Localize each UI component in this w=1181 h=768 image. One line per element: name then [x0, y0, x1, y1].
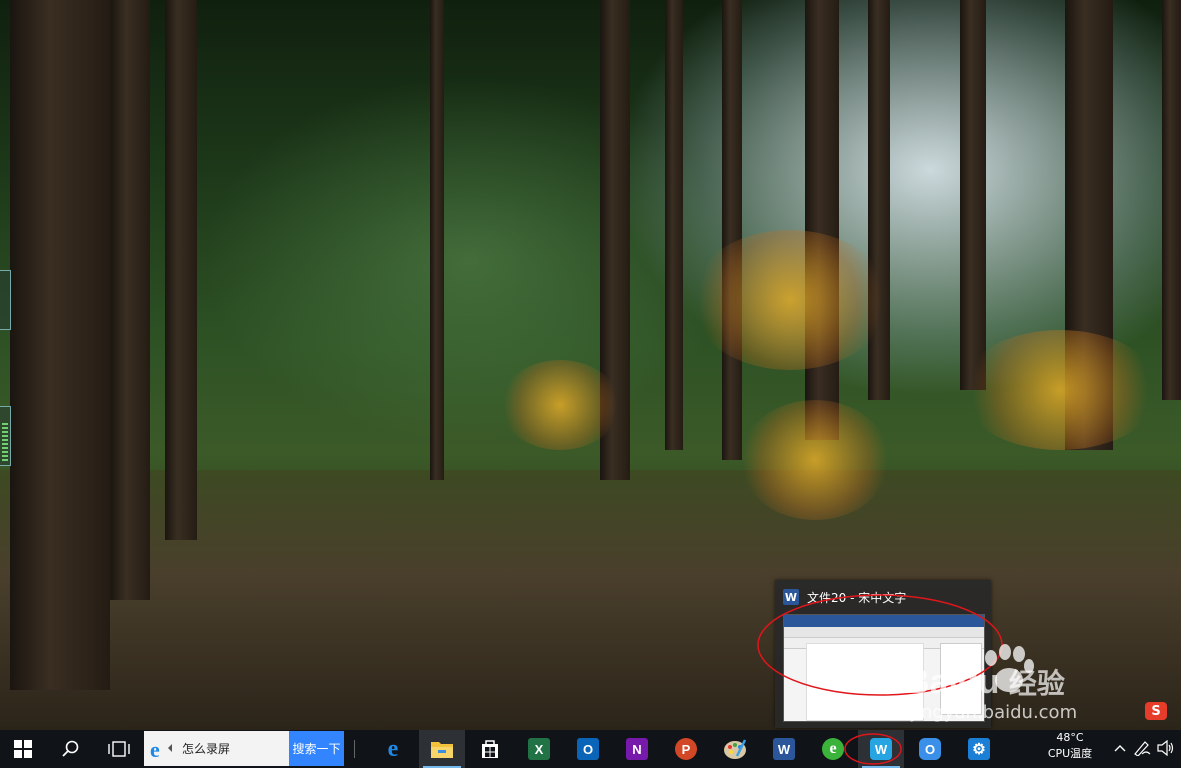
task-view-button[interactable] — [96, 730, 142, 768]
autumn-foliage — [690, 230, 890, 370]
taskbar-thumbnail-preview[interactable]: W 文件20 - 宋中文字 — [775, 580, 991, 728]
cpu-temp-label: CPU温度 — [1047, 747, 1093, 760]
store-bag-icon — [482, 740, 498, 758]
taskbar-app-edge[interactable]: e — [370, 730, 416, 768]
search-icon — [62, 740, 79, 757]
word-icon: W — [773, 738, 795, 760]
app-o-icon: O — [919, 738, 941, 760]
preview-header: W 文件20 - 宋中文字 — [783, 588, 906, 606]
desktop-wallpaper — [0, 0, 1181, 730]
search-button[interactable] — [48, 730, 94, 768]
tree-trunk — [722, 0, 742, 460]
folder-icon — [431, 742, 453, 758]
task-view-icon — [108, 741, 130, 757]
taskbar-app-powerpoint[interactable]: P — [663, 730, 709, 768]
tree-trunk — [1162, 0, 1181, 400]
taskbar-app-paint[interactable] — [712, 730, 758, 768]
thumbnail-toolbar — [784, 627, 984, 638]
taskbar-app-outlook[interactable]: O — [565, 730, 611, 768]
cpu-temperature-widget[interactable]: 48°C CPU温度 — [1043, 731, 1097, 767]
excel-icon: X — [528, 738, 550, 760]
tree-trunk — [165, 0, 197, 540]
tree-trunk — [960, 0, 986, 390]
outlook-icon: O — [577, 738, 599, 760]
paint-palette-icon — [724, 739, 747, 759]
ie-icon: e — [150, 738, 172, 760]
taskbar-search-input[interactable]: e 怎么录屏 — [144, 731, 289, 766]
taskbar-app-settings[interactable]: ⚙ — [956, 730, 1002, 768]
word-icon: W — [783, 589, 799, 605]
taskbar-app-word[interactable]: W — [761, 730, 807, 768]
thumbnail-ribbon — [784, 615, 984, 627]
taskbar-app-file-explorer[interactable] — [419, 730, 465, 768]
volume-icon[interactable] — [1157, 738, 1175, 758]
preview-title: 文件20 - 宋中文字 — [807, 590, 907, 605]
taskbar-app-onenote[interactable]: N — [614, 730, 660, 768]
taskbar-app-store[interactable] — [467, 730, 513, 768]
windows-logo-icon — [14, 740, 32, 758]
tree-trunk — [10, 0, 110, 690]
thumbnail-side-panel — [940, 643, 982, 715]
search-submit-button[interactable]: 搜索一下 — [289, 731, 344, 766]
pen-workspace-icon[interactable] — [1133, 738, 1151, 758]
taskbar: e 怎么录屏 搜索一下 e X O N P W e W O ⚙ 48°C CPU… — [0, 730, 1181, 768]
browser-360-icon: e — [822, 738, 844, 760]
taskbar-divider — [354, 740, 355, 758]
red-annotation-circle — [844, 733, 902, 765]
tree-trunk — [430, 0, 444, 480]
search-query-text: 怎么录屏 — [182, 742, 231, 756]
tree-trunk — [110, 0, 150, 600]
start-button[interactable] — [0, 730, 46, 768]
edge-icon: e — [387, 735, 399, 762]
preview-window-thumbnail[interactable] — [783, 614, 985, 722]
gear-icon: ⚙ — [968, 738, 990, 760]
svg-text:e: e — [150, 738, 160, 760]
sidebar-gauge-top[interactable] — [0, 270, 11, 330]
tree-trunk — [665, 0, 683, 450]
taskbar-app-excel[interactable]: X — [516, 730, 562, 768]
autumn-foliage — [500, 360, 620, 450]
autumn-foliage — [740, 400, 890, 520]
thumbnail-document-page — [806, 643, 924, 721]
tree-trunk — [805, 0, 839, 440]
cpu-temp-value: 48°C — [1056, 731, 1084, 744]
sidebar-gauge-bottom[interactable] — [0, 406, 11, 466]
onenote-icon: N — [626, 738, 648, 760]
powerpoint-icon: P — [675, 738, 697, 760]
taskbar-app-o[interactable]: O — [907, 730, 953, 768]
show-hidden-icons-chevron-up-icon[interactable] — [1111, 738, 1129, 758]
autumn-foliage — [960, 330, 1160, 450]
